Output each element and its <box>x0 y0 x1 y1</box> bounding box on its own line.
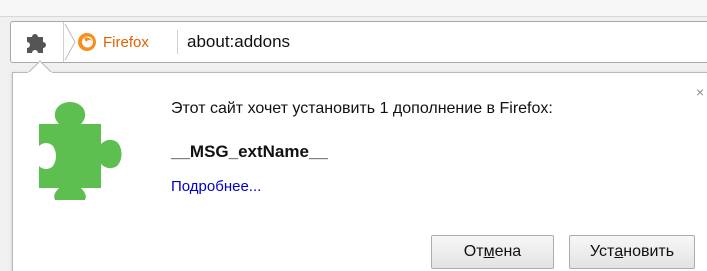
url-input[interactable]: about:addons <box>187 22 290 62</box>
panel-arrow <box>28 60 52 73</box>
firefox-window: Firefox about:addons Этот сайт хочет уст… <box>0 0 707 271</box>
install-label-pre: Уст <box>589 243 615 260</box>
identity-separator <box>177 30 178 54</box>
cancel-button[interactable]: От м ена <box>431 235 554 269</box>
install-message: Этот сайт хочет установить 1 дополнение … <box>171 100 553 117</box>
install-button[interactable]: Уст а новить <box>569 235 695 269</box>
chevron-separator <box>63 22 77 62</box>
identity-label: Firefox <box>103 33 149 51</box>
toolbar-strip <box>0 0 707 17</box>
url-bar[interactable]: Firefox about:addons <box>10 21 707 63</box>
cancel-label-pre: От <box>463 243 484 260</box>
cancel-label-post: ена <box>494 243 522 260</box>
extension-name: __MSG_extName__ <box>171 142 328 161</box>
addon-install-panel: Этот сайт хочет установить 1 дополнение … <box>12 72 707 271</box>
close-icon[interactable]: × <box>696 85 707 99</box>
identity-box[interactable]: Firefox <box>77 22 149 62</box>
puzzle-icon <box>27 34 46 53</box>
firefox-logo-icon <box>78 33 96 51</box>
puzzle-icon <box>39 102 122 200</box>
install-label-post: новить <box>623 243 675 260</box>
addon-notification-button[interactable] <box>11 22 64 62</box>
cancel-accesskey: м <box>483 243 495 260</box>
install-accesskey: а <box>614 243 624 260</box>
learn-more-link[interactable]: Подробнее... <box>171 178 261 195</box>
